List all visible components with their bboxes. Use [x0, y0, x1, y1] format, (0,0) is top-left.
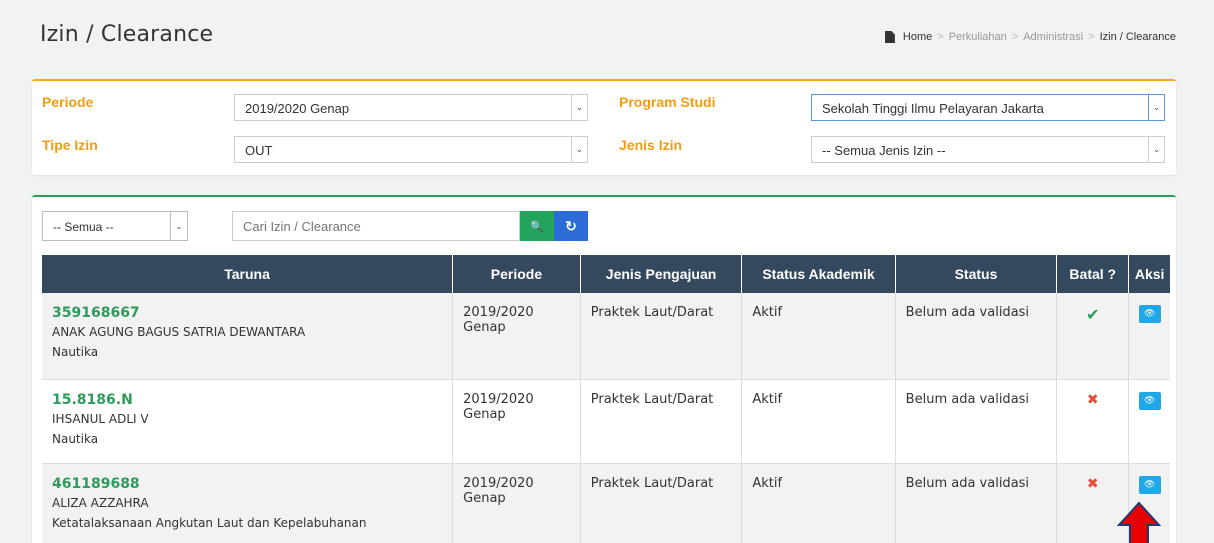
check-icon: ✔: [1086, 305, 1100, 324]
taruna-nim[interactable]: 359168667: [52, 305, 442, 321]
jenis-izin-value: -- Semua Jenis Izin --: [822, 143, 946, 158]
program-studi-select[interactable]: Sekolah Tinggi Ilmu Pelayaran Jakarta ⌄: [811, 94, 1165, 121]
cell-periode: 2019/2020 Genap: [452, 293, 581, 380]
cell-akademik: Aktif: [741, 463, 896, 543]
tipe-izin-label: Tipe Izin: [42, 137, 98, 153]
breadcrumb-current: Izin / Clearance: [1099, 31, 1176, 43]
taruna-nim[interactable]: 461189688: [52, 476, 442, 492]
view-eye-button[interactable]: 👁: [1138, 475, 1161, 494]
filter-panel: Periode 2019/2020 Genap ⌄ Tipe Izin OUT …: [32, 79, 1176, 175]
file-icon: [884, 31, 895, 43]
refresh-button[interactable]: ↻: [554, 211, 588, 241]
page: Izin / Clearance Home > Perkuliahan > Ad…: [0, 0, 1214, 543]
clearance-table: Taruna Periode Jenis Pengajuan Status Ak…: [42, 255, 1170, 543]
tipe-izin-select[interactable]: OUT ⌄: [234, 136, 588, 163]
col-periode[interactable]: Periode: [452, 255, 581, 293]
col-taruna[interactable]: Taruna: [42, 255, 454, 293]
cell-status: Belum ada validasi: [895, 293, 1058, 380]
cell-taruna: 461189688 ALIZA AZZAHRA Ketatalaksanaan …: [42, 463, 454, 543]
periode-label: Periode: [42, 94, 94, 110]
tipe-izin-value: OUT: [245, 143, 273, 158]
cell-status: Belum ada validasi: [895, 379, 1058, 464]
jenis-izin-select[interactable]: -- Semua Jenis Izin -- ⌄: [811, 136, 1165, 163]
program-studi-label: Program Studi: [619, 94, 716, 110]
taruna-name: ALIZA AZZAHRA: [52, 495, 149, 510]
cross-icon: ✖: [1086, 475, 1099, 492]
jenis-izin-label: Jenis Izin: [619, 137, 683, 153]
breadcrumb-separator: >: [1011, 31, 1019, 43]
list-panel: -- Semua -- ⌄ 🔍 ↻ Taruna Periode Jenis P…: [32, 195, 1176, 543]
cell-taruna: 15.8186.N IHSANUL ADLI V Nautika: [42, 379, 454, 464]
col-status-akademik[interactable]: Status Akademik: [741, 255, 896, 293]
red-arrow-annotation-icon: [1117, 501, 1161, 543]
view-eye-button[interactable]: 👁: [1138, 391, 1161, 410]
table-row: 359168667 ANAK AGUNG BAGUS SATRIA DEWANT…: [42, 293, 1170, 380]
taruna-name: IHSANUL ADLI V: [52, 411, 149, 426]
breadcrumb-home[interactable]: Home: [903, 31, 932, 43]
breadcrumb: Home > Perkuliahan > Administrasi > Izin…: [884, 31, 1176, 43]
cell-status: Belum ada validasi: [895, 463, 1058, 543]
breadcrumb-separator: >: [1088, 31, 1095, 43]
refresh-icon: ↻: [565, 217, 577, 234]
table-header-row: Taruna Periode Jenis Pengajuan Status Ak…: [42, 255, 1170, 293]
col-batal[interactable]: Batal ?: [1056, 255, 1130, 293]
chevron-down-icon: ⌄: [571, 137, 587, 162]
view-eye-button[interactable]: 👁: [1138, 305, 1161, 323]
breadcrumb-separator: >: [937, 31, 944, 43]
chevron-down-icon: ⌄: [1148, 137, 1164, 162]
search-input[interactable]: [232, 211, 520, 241]
periode-value: 2019/2020 Genap: [245, 101, 350, 116]
cell-jenis: Praktek Laut/Darat: [580, 293, 743, 380]
cell-akademik: Aktif: [741, 293, 896, 380]
cell-periode: 2019/2020 Genap: [452, 379, 581, 464]
program-studi-value: Sekolah Tinggi Ilmu Pelayaran Jakarta: [822, 101, 1044, 116]
status-filter-value: -- Semua --: [53, 220, 114, 234]
breadcrumb-perkuliahan[interactable]: Perkuliahan: [949, 31, 1007, 43]
breadcrumb-administrasi[interactable]: Administrasi: [1023, 31, 1083, 43]
cell-batal: ✖: [1056, 379, 1130, 464]
page-title: Izin / Clearance: [40, 22, 214, 47]
taruna-nim[interactable]: 15.8186.N: [52, 392, 442, 408]
chevron-down-icon: ⌄: [1148, 95, 1164, 120]
search-icon: 🔍: [530, 220, 544, 233]
taruna-prodi: Ketatalaksanaan Angkutan Laut dan Kepela…: [52, 515, 367, 530]
cross-icon: ✖: [1086, 391, 1099, 408]
table-row: 461189688 ALIZA AZZAHRA Ketatalaksanaan …: [42, 463, 1170, 543]
cell-taruna: 359168667 ANAK AGUNG BAGUS SATRIA DEWANT…: [42, 293, 454, 380]
search-button[interactable]: 🔍: [520, 211, 554, 241]
col-jenis-pengajuan[interactable]: Jenis Pengajuan: [580, 255, 743, 293]
cell-jenis: Praktek Laut/Darat: [580, 379, 743, 464]
cell-periode: 2019/2020 Genap: [452, 463, 581, 543]
table-row: 15.8186.N IHSANUL ADLI V Nautika 2019/20…: [42, 379, 1170, 464]
chevron-down-icon: ⌄: [571, 95, 587, 120]
col-status[interactable]: Status: [895, 255, 1058, 293]
cell-akademik: Aktif: [741, 379, 896, 464]
taruna-prodi: Nautika: [52, 431, 99, 446]
taruna-name: ANAK AGUNG BAGUS SATRIA DEWANTARA: [52, 325, 306, 339]
chevron-down-icon: ⌄: [170, 212, 187, 240]
status-filter-select[interactable]: -- Semua -- ⌄: [42, 211, 188, 241]
cell-batal: ✔: [1056, 293, 1130, 380]
col-aksi: Aksi: [1128, 255, 1170, 293]
periode-select[interactable]: 2019/2020 Genap ⌄: [234, 94, 588, 121]
cell-aksi: 👁: [1128, 379, 1170, 464]
cell-aksi: 👁: [1128, 293, 1170, 380]
taruna-prodi: Nautika: [52, 345, 99, 359]
cell-jenis: Praktek Laut/Darat: [580, 463, 743, 543]
